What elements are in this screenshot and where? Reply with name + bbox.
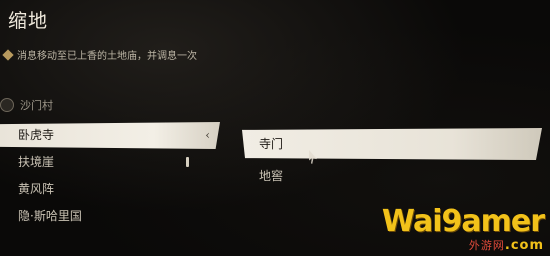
sub-location-label: 扶境崖 (18, 155, 55, 169)
sub-location-label: 卧虎寺 (18, 128, 55, 142)
sub-location-item-sihali[interactable]: 隐·斯哈里国 (0, 203, 220, 230)
sub-location-item-woohu[interactable]: 卧虎寺 ‹ (0, 122, 220, 149)
hint-row: 消息移动至已上香的土地庙，并调息一次 (2, 47, 197, 62)
sub-location-label: 黄风阵 (18, 182, 55, 196)
region-marker-icon (0, 98, 14, 112)
location-marker-icon (186, 157, 189, 167)
shrine-list: 寺门 地窖 (242, 128, 542, 192)
shrine-item-simen[interactable]: 寺门 (242, 128, 542, 160)
watermark-sub-row: 外游网.com (382, 239, 544, 252)
region-name: 沙门村 (20, 99, 53, 112)
hint-text: 消息移动至已上香的土地庙，并调息一次 (17, 51, 197, 62)
shrine-label: 寺门 (259, 137, 284, 151)
watermark-domain: .com (504, 238, 544, 253)
watermark-sub: 外游网 (468, 239, 505, 252)
sub-location-item-fujing[interactable]: 扶境崖 (0, 149, 220, 176)
shrine-item-dijiao[interactable]: 地窖 (242, 160, 542, 192)
diamond-icon (2, 48, 14, 61)
watermark-main: Wai9amer (381, 204, 545, 239)
region-header[interactable]: 沙门村 (0, 97, 53, 113)
sub-location-list: 卧虎寺 ‹ 扶境崖 黄风阵 隐·斯哈里国 (0, 122, 220, 230)
sub-location-label: 隐·斯哈里国 (18, 209, 82, 223)
watermark-logo: Wai9amer 外游网.com (381, 204, 545, 253)
shrine-label: 地窖 (259, 169, 284, 183)
sub-location-item-huangfeng[interactable]: 黄风阵 (0, 176, 220, 203)
page-title: 缩地 (8, 10, 49, 32)
chevron-left-icon: ‹ (205, 128, 210, 142)
